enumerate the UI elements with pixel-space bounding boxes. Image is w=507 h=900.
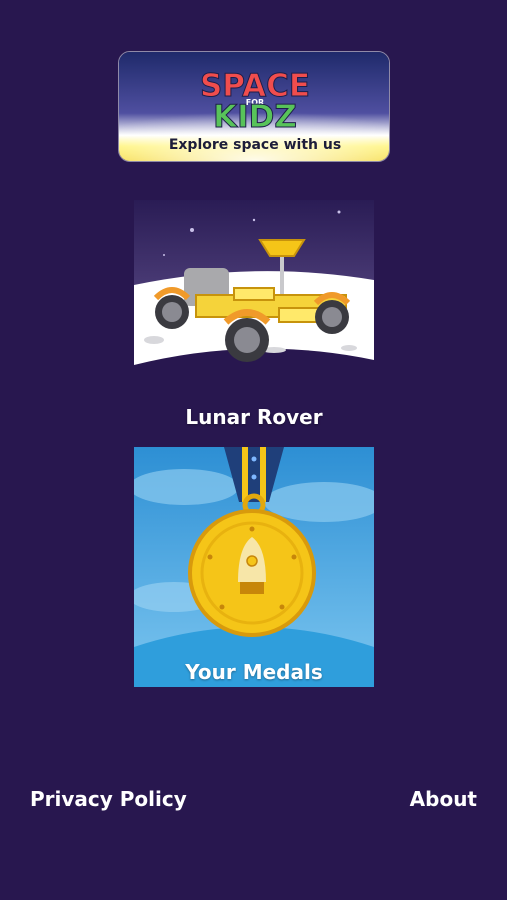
lunar-rover-label: Lunar Rover	[185, 405, 323, 429]
about-link[interactable]: About	[410, 787, 477, 811]
logo-word-kidz: KIDZ	[213, 99, 297, 135]
lunar-rover-icon	[134, 200, 374, 380]
medal-icon	[134, 447, 374, 687]
lunar-rover-card[interactable]: Lunar Rover	[134, 200, 374, 440]
space-for-kidz-banner[interactable]: SPACE FOR KIDZ Explore space with us	[118, 51, 390, 162]
privacy-policy-link[interactable]: Privacy Policy	[30, 787, 187, 811]
logo-mark: SPACE FOR KIDZ	[199, 68, 310, 136]
your-medals-card[interactable]: Your Medals	[134, 447, 374, 687]
your-medals-label: Your Medals	[185, 660, 323, 684]
banner-tagline: Explore space with us	[169, 137, 341, 153]
